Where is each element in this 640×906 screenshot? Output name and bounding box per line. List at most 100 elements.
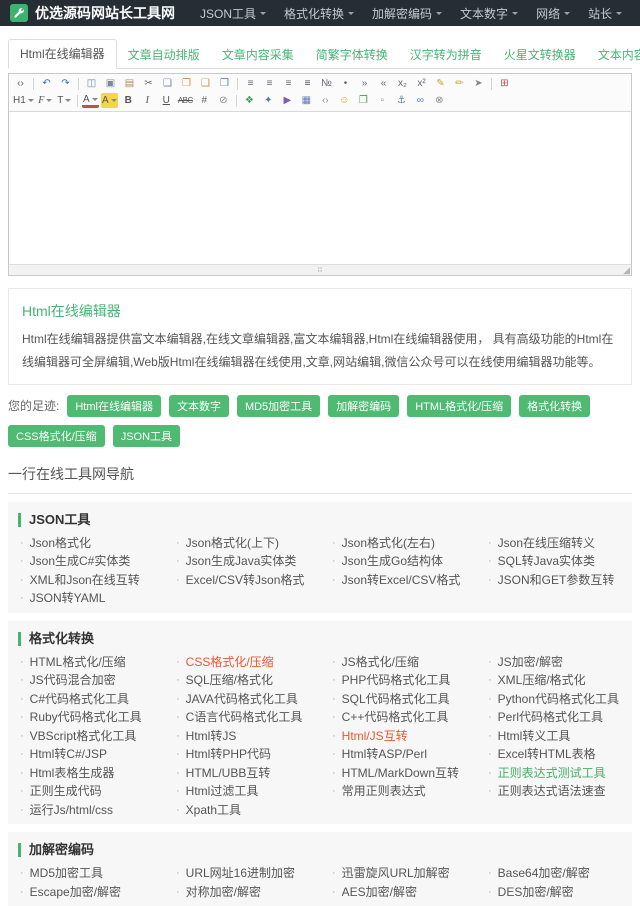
tool-link[interactable]: ·正则表达式测试工具 xyxy=(476,764,632,783)
tab-文本内容替换[interactable]: 文本内容替换 xyxy=(587,41,640,69)
hr-icon[interactable]: # xyxy=(196,93,213,108)
tool-link[interactable]: ·URL网址16进制加密 xyxy=(164,864,320,883)
strikethrough-icon[interactable]: ABC xyxy=(177,93,194,108)
tool-link[interactable]: ·Json格式化(左右) xyxy=(320,534,476,553)
image-icon[interactable]: ❖ xyxy=(241,93,258,108)
indent-icon[interactable]: » xyxy=(356,76,373,91)
anchor-icon[interactable]: ⚓ xyxy=(393,93,410,108)
tool-link[interactable]: ·Escape加密/解密 xyxy=(8,883,164,902)
text-color-icon[interactable]: A xyxy=(82,94,99,108)
footprint-tag[interactable]: Html在线编辑器 xyxy=(67,395,161,417)
page-break-icon[interactable]: ▫ xyxy=(374,93,391,108)
insert-code-icon[interactable]: ‹› xyxy=(317,93,334,108)
top-menu-item[interactable]: 加解密编码 xyxy=(372,5,442,22)
top-menu-item[interactable]: JSON工具 xyxy=(200,5,266,22)
tool-link[interactable]: ·常用正则表达式 xyxy=(320,782,476,801)
fullscreen-icon[interactable]: ⊞ xyxy=(496,76,513,91)
tool-link[interactable]: ·Json格式化(上下) xyxy=(164,534,320,553)
top-menu-item[interactable]: 网络 xyxy=(536,5,570,22)
tool-link[interactable]: ·Html过滤工具 xyxy=(164,782,320,801)
site-logo[interactable] xyxy=(10,4,28,22)
tab-文章内容采集[interactable]: 文章内容采集 xyxy=(211,41,305,69)
footprint-tag[interactable]: 加解密编码 xyxy=(328,395,399,417)
tool-link[interactable]: ·运行Js/html/css xyxy=(8,801,164,820)
redo-icon[interactable]: ↷ xyxy=(57,76,74,91)
tool-link[interactable]: ·PHP代码格式化工具 xyxy=(320,671,476,690)
tab-文章自动排版[interactable]: 文章自动排版 xyxy=(117,41,211,69)
tool-link[interactable]: ·Html转PHP代码 xyxy=(164,745,320,764)
paste-text-icon[interactable]: ❑ xyxy=(197,76,214,91)
editor-content-area[interactable] xyxy=(9,112,631,264)
tool-link[interactable]: ·Base64加密/解密 xyxy=(476,864,632,883)
tool-link[interactable]: ·Html转义工具 xyxy=(476,727,632,746)
tool-link[interactable]: ·Json转Excel/CSV格式 xyxy=(320,571,476,590)
cut-icon[interactable]: ✂ xyxy=(140,76,157,91)
tool-link[interactable]: ·XML压缩/格式化 xyxy=(476,671,632,690)
preview-icon[interactable]: ◫ xyxy=(83,76,100,91)
select-all-icon[interactable]: ➤ xyxy=(470,76,487,91)
tool-link[interactable]: ·Xpath工具 xyxy=(164,801,320,820)
tool-link[interactable]: ·C语言代码格式化工具 xyxy=(164,708,320,727)
align-center-icon[interactable]: ≡ xyxy=(261,76,278,91)
editor-corner-resize-icon[interactable]: ◢ xyxy=(623,266,630,275)
align-left-icon[interactable]: ≡ xyxy=(242,76,259,91)
tool-link[interactable]: ·正则表达式语法速查 xyxy=(476,782,632,801)
tab-汉字转为拼音[interactable]: 汉字转为拼音 xyxy=(399,41,493,69)
footprint-tag[interactable]: JSON工具 xyxy=(113,425,180,447)
remove-format-icon[interactable]: ⊘ xyxy=(215,93,232,108)
superscript-icon[interactable]: x² xyxy=(413,76,430,91)
tool-link[interactable]: ·DES加密/解密 xyxy=(476,883,632,902)
tool-link[interactable]: ·AES加密/解密 xyxy=(320,883,476,902)
paste-word-icon[interactable]: ❒ xyxy=(216,76,233,91)
tool-link[interactable]: ·HTML/MarkDown互转 xyxy=(320,764,476,783)
tool-link[interactable]: ·JS加密/解密 xyxy=(476,653,632,672)
tool-link[interactable]: ·Html/JS互转 xyxy=(320,727,476,746)
footprint-tag[interactable]: HTML格式化/压缩 xyxy=(407,395,511,417)
tab-Html在线编辑器[interactable]: Html在线编辑器 xyxy=(8,39,117,69)
tool-link[interactable]: ·Json格式化 xyxy=(8,534,164,553)
highlight-pen-icon[interactable]: ✏ xyxy=(451,76,468,91)
unordered-list-icon[interactable]: • xyxy=(337,76,354,91)
tool-link[interactable]: ·JS代码混合加密 xyxy=(8,671,164,690)
editor-resize-handle[interactable]: ∷ xyxy=(318,265,323,275)
align-right-icon[interactable]: ≡ xyxy=(280,76,297,91)
underline-icon[interactable]: U xyxy=(158,93,175,108)
tool-link[interactable]: ·正则生成代码 xyxy=(8,782,164,801)
tool-link[interactable]: ·XML和Json在线互转 xyxy=(8,571,164,590)
unlink-icon[interactable]: ⊗ xyxy=(431,93,448,108)
tool-link[interactable]: ·SQL转Java实体类 xyxy=(476,552,632,571)
print-icon[interactable]: ▣ xyxy=(102,76,119,91)
tool-link[interactable]: ·Json生成Go结构体 xyxy=(320,552,476,571)
emoticon-icon[interactable]: ☺ xyxy=(336,93,353,108)
outdent-icon[interactable]: « xyxy=(375,76,392,91)
table-icon[interactable]: ▦ xyxy=(298,93,315,108)
tool-link[interactable]: ·对称加密/解密 xyxy=(164,883,320,902)
tool-link[interactable]: ·Html转C#/JSP xyxy=(8,745,164,764)
tool-link[interactable]: ·SQL代码格式化工具 xyxy=(320,690,476,709)
tool-link[interactable]: ·Html转JS xyxy=(164,727,320,746)
flash-icon[interactable]: ✦ xyxy=(260,93,277,108)
tool-link[interactable]: ·Json生成C#实体类 xyxy=(8,552,164,571)
tab-火星文转换器[interactable]: 火星文转换器 xyxy=(493,41,587,69)
heading-select[interactable]: H1 xyxy=(12,93,35,108)
tool-link[interactable]: ·JS格式化/压缩 xyxy=(320,653,476,672)
footprint-tag[interactable]: 文本数字 xyxy=(169,395,229,417)
top-menu-item[interactable]: 文本数字 xyxy=(460,5,518,22)
tool-link[interactable]: ·Json生成Java实体类 xyxy=(164,552,320,571)
tool-link[interactable]: ·CSS格式化/压缩 xyxy=(164,653,320,672)
italic-icon[interactable]: I xyxy=(139,93,156,108)
tool-link[interactable]: ·HTML格式化/压缩 xyxy=(8,653,164,672)
tool-link[interactable]: ·Json在线压缩转义 xyxy=(476,534,632,553)
ordered-list-icon[interactable]: № xyxy=(318,76,335,91)
multi-image-icon[interactable]: ❒ xyxy=(355,93,372,108)
tool-link[interactable]: ·MD5加密工具 xyxy=(8,864,164,883)
top-menu-item[interactable]: 站长 xyxy=(588,5,622,22)
tool-link[interactable]: ·Html表格生成器 xyxy=(8,764,164,783)
paste-icon[interactable]: ❐ xyxy=(178,76,195,91)
tool-link[interactable]: ·Excel转HTML表格 xyxy=(476,745,632,764)
tab-简繁字体转换[interactable]: 简繁字体转换 xyxy=(305,41,399,69)
align-justify-icon[interactable]: ≡ xyxy=(299,76,316,91)
tool-link[interactable]: ·C++代码格式化工具 xyxy=(320,708,476,727)
tool-link[interactable]: ·JSON和GET参数互转 xyxy=(476,571,632,590)
tool-link[interactable]: ·Html转ASP/Perl xyxy=(320,745,476,764)
